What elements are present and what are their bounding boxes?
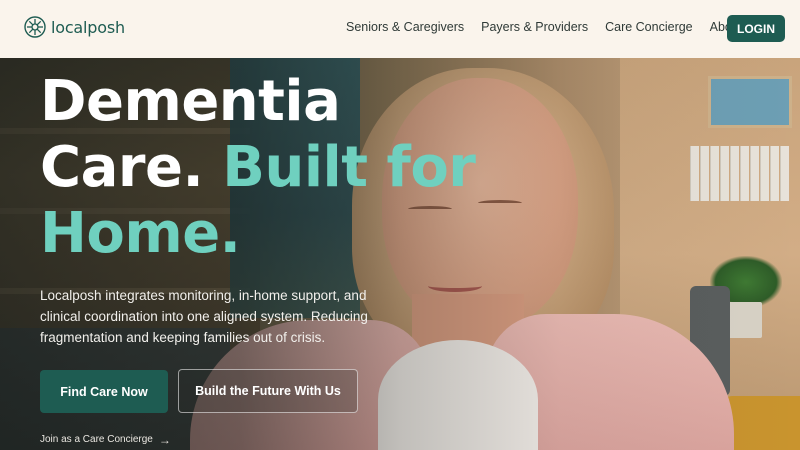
hero-headline: Dementia Care. Built for Home. bbox=[40, 69, 476, 266]
build-future-button[interactable]: Build the Future With Us bbox=[178, 369, 358, 413]
main-nav: Seniors & Caregivers Payers & Providers … bbox=[346, 20, 742, 34]
nav-item-seniors-caregivers[interactable]: Seniors & Caregivers bbox=[346, 20, 464, 34]
brand-name: localposh bbox=[51, 17, 125, 37]
nav-item-payers-providers[interactable]: Payers & Providers bbox=[481, 20, 588, 34]
site-header: localposh Seniors & Caregivers Payers & … bbox=[0, 0, 800, 58]
join-care-concierge-link[interactable]: Join as a Care Concierge → bbox=[40, 432, 171, 447]
nav-item-care-concierge[interactable]: Care Concierge bbox=[605, 20, 693, 34]
hero-description: Localposh integrates monitoring, in-home… bbox=[40, 288, 368, 345]
arrow-right-icon: → bbox=[158, 432, 171, 447]
join-link-label: Join as a Care Concierge bbox=[40, 434, 153, 445]
logo-icon bbox=[24, 16, 46, 38]
find-care-now-button[interactable]: Find Care Now bbox=[40, 370, 168, 413]
logo[interactable]: localposh bbox=[24, 16, 125, 38]
login-button[interactable]: LOGIN bbox=[727, 15, 785, 42]
